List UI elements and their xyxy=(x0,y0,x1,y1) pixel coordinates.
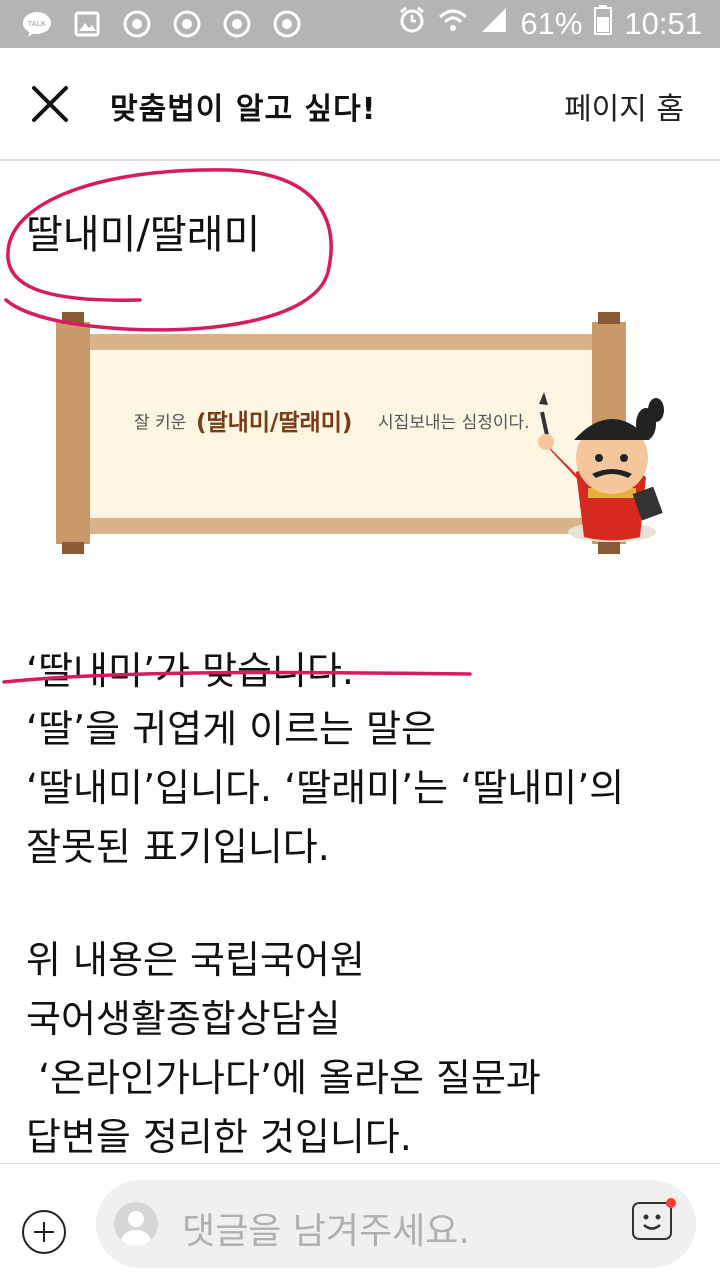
chrome-icon xyxy=(122,10,152,38)
wifi-icon xyxy=(438,6,468,42)
emoji-icon[interactable] xyxy=(632,1198,676,1240)
battery-icon xyxy=(594,5,613,43)
system-icons: 61% 10:51 xyxy=(398,4,702,44)
post-content: 딸내미/딸래미 잘 키운 (딸내미/딸래미) 시집보내는 심정이다. ‘딸내미’… xyxy=(0,162,720,1162)
notification-icons: TALK xyxy=(22,10,302,38)
chrome-icon xyxy=(172,10,202,38)
comment-placeholder: 댓글을 남겨주세요. xyxy=(182,1211,470,1252)
answer-text: ‘딸내미’가 맞습니다. xyxy=(26,649,354,693)
source-line: 국어생활종합상담실 xyxy=(26,997,341,1041)
close-button[interactable] xyxy=(26,80,74,128)
explanation-line: ‘딸’을 귀엽게 이르는 말은 xyxy=(26,707,436,751)
plus-circle-icon[interactable] xyxy=(22,1210,66,1254)
post-title: 딸내미/딸래미 xyxy=(26,212,261,258)
explanation-line: 잘못된 표기입니다. xyxy=(26,825,330,869)
source-line: 답변을 정리한 것입니다. xyxy=(26,1115,412,1159)
comment-bar: 댓글을 남겨주세요. xyxy=(0,1163,720,1280)
explanation-line: ‘딸내미’입니다. ‘딸래미’는 ‘딸내미’의 xyxy=(26,766,625,810)
alarm-icon xyxy=(398,6,426,42)
status-bar: TALK 61% 10:51 xyxy=(0,0,720,48)
talk-icon: TALK xyxy=(22,10,52,38)
close-icon xyxy=(32,86,68,122)
page-home-link[interactable]: 페이지 홈 xyxy=(564,84,684,128)
notification-dot xyxy=(666,1198,676,1208)
caption-word: (딸내미/딸래미) xyxy=(196,410,352,436)
chrome-icon xyxy=(222,10,252,38)
comment-input[interactable]: 댓글을 남겨주세요. xyxy=(96,1180,696,1268)
chrome-icon xyxy=(272,10,302,38)
source-line: 위 내용은 국립국어원 xyxy=(26,938,365,982)
caption-pre: 잘 키운 xyxy=(134,413,186,433)
app-header: 맞춤법이 알고 싶다! 페이지 홈 xyxy=(0,48,720,161)
gallery-icon xyxy=(72,10,102,38)
battery-percent: 61% xyxy=(520,6,583,41)
clock: 10:51 xyxy=(624,6,702,41)
avatar xyxy=(114,1202,158,1246)
page-title: 맞춤법이 알고 싶다! xyxy=(110,92,377,127)
signal-icon xyxy=(480,6,508,42)
svg-text:TALK: TALK xyxy=(28,21,46,28)
scroll-illustration: 잘 키운 (딸내미/딸래미) 시집보내는 심정이다. xyxy=(56,312,664,554)
source-line: ‘온라인가나다’에 올라온 질문과 xyxy=(26,1056,541,1100)
caption-post: 시집보내는 심정이다. xyxy=(378,413,530,433)
